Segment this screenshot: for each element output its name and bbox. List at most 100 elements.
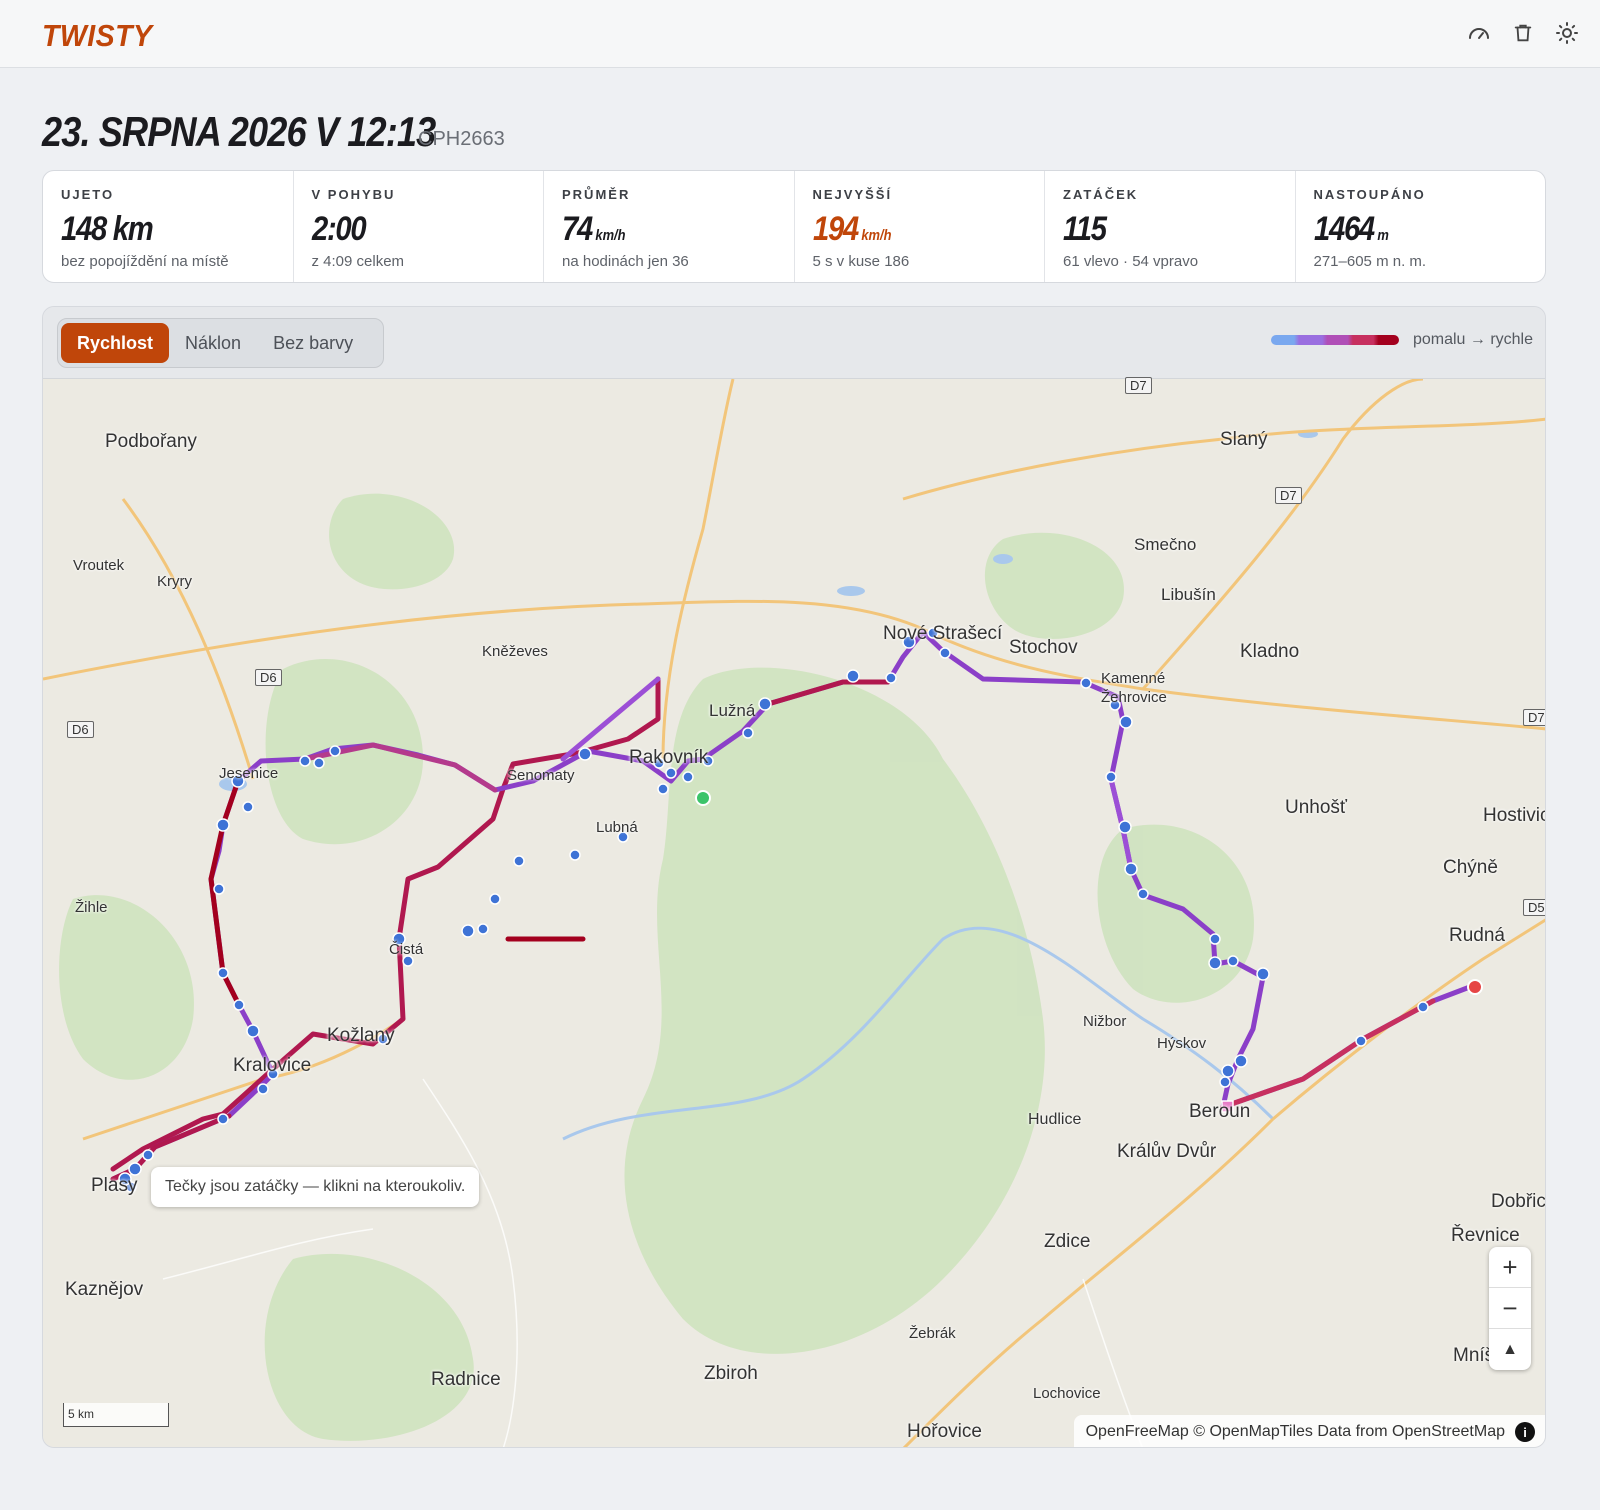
place-label: Vroutek: [73, 557, 125, 574]
place-label: Kladno: [1240, 641, 1300, 662]
place-label: Žebrák: [909, 1325, 956, 1342]
trash-icon[interactable]: [1510, 20, 1536, 46]
stat-value: 1464 m: [1313, 210, 1389, 248]
place-label: Slaný: [1220, 429, 1268, 450]
stats-panel: UJETO 148 km bez popojíždění na místě V …: [42, 170, 1546, 283]
road-shield: D7: [1125, 377, 1152, 394]
hint-tooltip: Tečky jsou zatáčky — klikni na kteroukol…: [151, 1167, 480, 1207]
place-label: Žihle: [75, 899, 108, 916]
stat-label: ZATÁČEK: [1063, 187, 1139, 202]
place-label: Stochov: [1009, 637, 1078, 658]
road-shield: D7: [1523, 709, 1545, 726]
compass-button[interactable]: ▲: [1489, 1329, 1531, 1370]
stat-value: 2:00: [311, 210, 367, 248]
place-label: Hýskov: [1157, 1035, 1207, 1052]
stat-label: PRŮMĚR: [562, 187, 631, 202]
brand-logo[interactable]: TWISTY: [42, 18, 153, 54]
stat-corners: ZATÁČEK 115 61 vlevo · 54 vpravo: [1045, 171, 1296, 282]
place-label: Podbořany: [105, 431, 197, 452]
zoom-controls: + − ▲: [1489, 1247, 1531, 1370]
zoom-out-button[interactable]: −: [1489, 1288, 1531, 1329]
place-label: Řevnice: [1451, 1225, 1520, 1246]
ride-title: 23. SRPNA 2026 V 12:13: [42, 108, 436, 155]
place-label: Kryry: [157, 573, 192, 590]
place-label: Kožlany: [327, 1025, 395, 1046]
place-label: Kaznějov: [65, 1279, 144, 1300]
map-header: Rychlost Náklon Bez barvy pomalu → rychl…: [43, 307, 1545, 379]
stat-top-speed: NEJVYŠŠÍ 194 km/h 5 s v kuse 186: [795, 171, 1045, 282]
top-bar: TWISTY: [0, 0, 1600, 68]
place-label: Beroun: [1189, 1101, 1251, 1122]
place-label: Plasy: [91, 1175, 138, 1196]
stat-value: 148 km: [61, 210, 154, 248]
road-shield: D6: [255, 669, 282, 686]
stat-value: 194 km/h: [812, 210, 891, 248]
stat-average-speed: PRŮMĚR 74 km/h na hodinách jen 36: [544, 171, 795, 282]
stat-moving-time: V POHYBU 2:00 z 4:09 celkem: [294, 171, 544, 282]
place-label: Libušín: [1161, 585, 1216, 604]
stat-label: NASTOUPÁNO: [1313, 187, 1426, 202]
place-label: Nižbor: [1083, 1013, 1127, 1030]
stat-elevation-gain: NASTOUPÁNO 1464 m 271–605 m n. m.: [1296, 171, 1546, 282]
stat-note: na hodinách jen 36: [562, 253, 689, 270]
place-label: Jesenice: [219, 765, 279, 782]
place-label: Hudlice: [1028, 1111, 1082, 1128]
info-icon[interactable]: i: [1515, 1422, 1535, 1442]
place-label: Čistá: [389, 941, 424, 958]
place-label: Hořovice: [907, 1421, 982, 1442]
zoom-in-button[interactable]: +: [1489, 1247, 1531, 1288]
place-label: Kralovice: [233, 1055, 312, 1076]
road-shield: D7: [1275, 487, 1302, 504]
place-label: Kněževes: [482, 643, 548, 660]
speedometer-icon[interactable]: [1466, 20, 1492, 46]
toolbar-icons: [1466, 20, 1580, 46]
stat-note: 271–605 m n. m.: [1313, 253, 1427, 270]
place-label: Radnice: [431, 1369, 501, 1390]
map-canvas[interactable]: Podbořany Vroutek Kryry Slaný Smečno Lib…: [43, 377, 1546, 1447]
place-label: Chýně: [1443, 857, 1498, 878]
place-label: Lochovice: [1033, 1385, 1101, 1402]
mode-no-color-button[interactable]: Bez barvy: [257, 323, 369, 363]
place-label: Rakovník: [629, 747, 709, 768]
place-label: Lubná: [596, 819, 638, 836]
place-label: Zbiroh: [704, 1363, 758, 1384]
place-label: Lužná: [709, 701, 756, 720]
place-label: Smečno: [1134, 535, 1197, 554]
place-label: Zdice: [1044, 1231, 1091, 1252]
place-label: Rudná: [1449, 925, 1505, 946]
speed-gradient-bar: [1270, 335, 1399, 345]
stat-unit: km/h: [860, 227, 891, 244]
device-label: CPH2663: [418, 128, 505, 150]
place-label: Kamenné Žehrovice: [1101, 670, 1167, 706]
place-label: Hostivice: [1483, 805, 1545, 826]
place-label: Senomaty: [507, 767, 575, 784]
map-card: Rychlost Náklon Bez barvy pomalu → rychl…: [42, 306, 1546, 1448]
stat-value: 74 km/h: [562, 210, 626, 248]
legend-text: pomalu → rychle: [1412, 331, 1533, 348]
mode-speed-button[interactable]: Rychlost: [61, 323, 170, 363]
road-shield: D5: [1523, 899, 1545, 916]
stat-label: V POHYBU: [311, 187, 396, 202]
place-label: Nové Strašecí: [883, 623, 1003, 644]
sun-icon[interactable]: [1554, 20, 1580, 46]
end-marker[interactable]: [1467, 979, 1483, 995]
stat-unit: km/h: [595, 227, 626, 244]
stat-note: 61 vlevo · 54 vpravo: [1063, 253, 1199, 270]
stat-note: z 4:09 celkem: [311, 253, 405, 270]
map-scale: 5 km: [63, 1403, 169, 1427]
mode-lean-button[interactable]: Náklon: [169, 323, 257, 363]
color-mode-switch: Rychlost Náklon Bez barvy: [57, 318, 384, 368]
stat-note: 5 s v kuse 186: [812, 253, 910, 270]
place-label: Dobřichovice: [1491, 1191, 1546, 1212]
road-shield: D6: [67, 721, 94, 738]
stat-value: 115: [1063, 210, 1107, 248]
map-base-layer: [43, 379, 1545, 1447]
stat-label: UJETO: [61, 187, 115, 202]
stat-unit: m: [1376, 227, 1389, 244]
start-marker[interactable]: [695, 790, 711, 806]
place-label: Králův Dvůr: [1117, 1141, 1217, 1162]
attribution-text[interactable]: OpenFreeMap © OpenMapTiles Data from Ope…: [1086, 1423, 1505, 1441]
stat-note: bez popojíždění na místě: [61, 253, 229, 270]
map-attribution: OpenFreeMap © OpenMapTiles Data from Ope…: [1073, 1415, 1545, 1447]
stat-distance: UJETO 148 km bez popojíždění na místě: [43, 171, 294, 282]
